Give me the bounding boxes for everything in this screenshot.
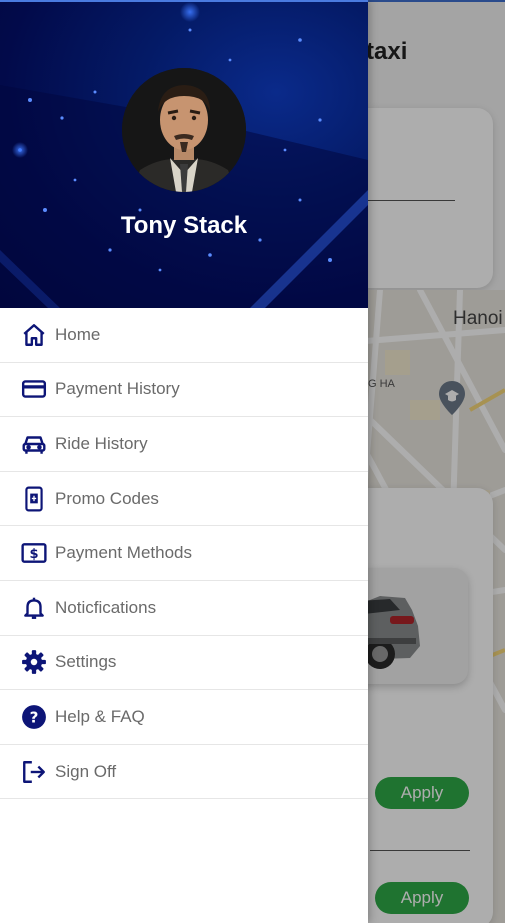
menu-item-settings[interactable]: Settings: [0, 636, 368, 691]
navigation-drawer: Tony Stack Home Payment History Ride His…: [0, 0, 368, 923]
menu-item-label: Payment History: [55, 379, 180, 399]
home-icon: [20, 321, 48, 349]
menu-item-ride-history[interactable]: Ride History: [0, 417, 368, 472]
drawer-menu: Home Payment History Ride History Promo …: [0, 308, 368, 800]
bell-icon: [20, 594, 48, 622]
menu-item-payment-history[interactable]: Payment History: [0, 363, 368, 418]
gear-icon: [20, 648, 48, 676]
sign-out-icon: [20, 758, 48, 786]
promo-code-icon: [20, 485, 48, 513]
avatar[interactable]: [122, 68, 246, 192]
user-name: Tony Stack: [120, 212, 248, 239]
menu-item-payment-methods[interactable]: $ Payment Methods: [0, 526, 368, 581]
drawer-header: Tony Stack: [0, 0, 368, 308]
svg-text:$: $: [29, 547, 38, 562]
menu-item-home[interactable]: Home: [0, 308, 368, 363]
menu-item-label: Promo Codes: [55, 488, 159, 508]
menu-item-label: Home: [55, 324, 101, 344]
menu-item-notifications[interactable]: Noticfications: [0, 581, 368, 636]
car-icon: [20, 430, 48, 458]
help-icon: ?: [20, 703, 48, 731]
menu-item-label: Ride History: [55, 433, 148, 453]
menu-item-sign-off[interactable]: Sign Off: [0, 745, 368, 800]
svg-text:?: ?: [30, 708, 39, 726]
menu-item-help-faq[interactable]: ? Help & FAQ: [0, 690, 368, 745]
menu-item-label: Payment Methods: [55, 543, 193, 563]
credit-card-icon: [20, 375, 48, 403]
menu-item-label: Sign Off: [55, 761, 117, 781]
menu-item-label: Noticfications: [55, 597, 157, 617]
dollar-bill-icon: $: [20, 539, 48, 567]
menu-item-label: Help & FAQ: [55, 706, 145, 726]
menu-item-promo-codes[interactable]: Promo Codes: [0, 472, 368, 527]
menu-item-label: Settings: [55, 652, 117, 672]
